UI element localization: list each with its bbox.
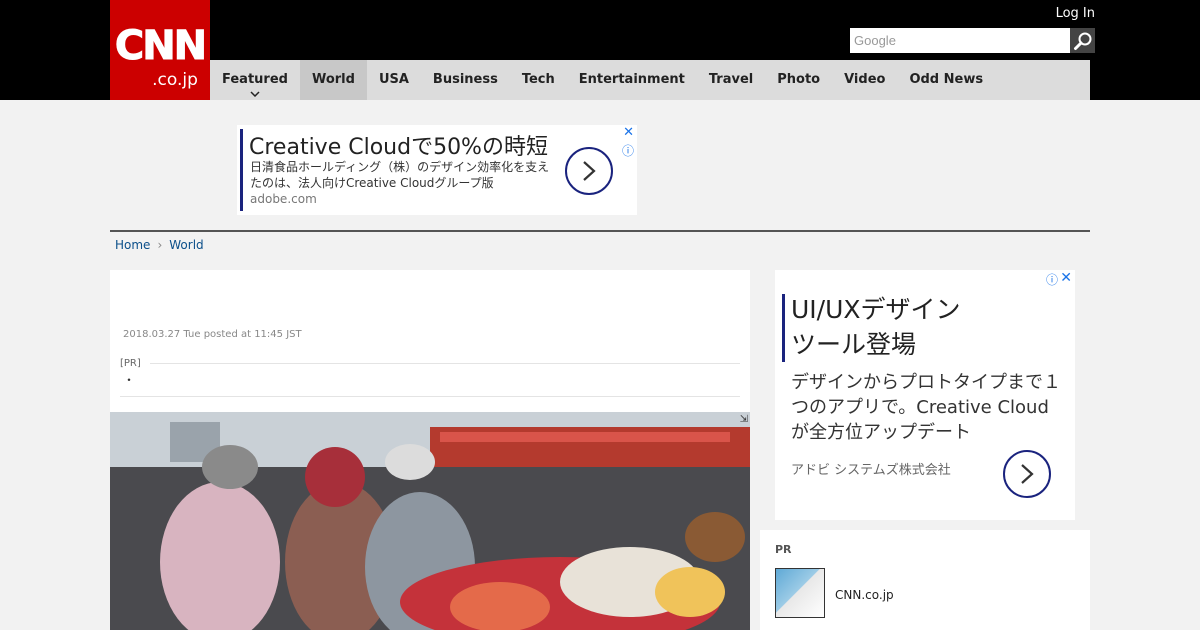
nav-item-video[interactable]: Video (832, 60, 897, 100)
ad-description: 日清食品ホールディング（株）のデザイン効率化を支えたのは、法人向けCreativ… (250, 160, 550, 190)
side-ad[interactable]: UI/UXデザイン ツール登場 デザインからプロトタイプまで１つのアプリで。Cr… (775, 270, 1075, 520)
cnn-logo[interactable]: CNN .co.jp (110, 0, 210, 100)
nav-item-tech[interactable]: Tech (510, 60, 567, 100)
article-photo[interactable]: ⇲ (110, 412, 750, 630)
chevron-right-icon: › (157, 238, 163, 252)
info-icon[interactable]: ⓘ (622, 142, 634, 159)
nav-item-label: World (311, 72, 355, 87)
nav-item-label: USA (378, 72, 409, 87)
search-button[interactable] (1070, 28, 1095, 53)
nav-item-label: Photo (777, 72, 821, 87)
pr-item-name[interactable]: CNN.co.jp (835, 588, 894, 602)
divider (150, 363, 740, 364)
side-ad-open-button[interactable] (1003, 450, 1051, 498)
nav-item-label: Entertainment (578, 72, 685, 87)
search-icon (1073, 32, 1091, 50)
section-divider (110, 230, 1090, 232)
nav-item-travel[interactable]: Travel (697, 60, 765, 100)
side-ad-headline-line2: ツール登場 (791, 330, 917, 359)
nav-item-world[interactable]: World (299, 60, 367, 100)
close-icon[interactable]: ✕ (623, 125, 634, 140)
ad-accent-bar (782, 294, 785, 362)
side-ad-advertiser: アドビ システムズ株式会社 (791, 463, 951, 478)
nav-item-label: Business (432, 72, 498, 87)
post-date: 2018.03.27 Tue posted at 11:45 JST (123, 329, 302, 340)
main-nav: Featured World USA Business Tech Enterta… (210, 60, 1090, 100)
chevron-down-icon (250, 91, 260, 97)
ad-headline: Creative Cloudで50%の時短 (249, 135, 548, 160)
nav-item-entertainment[interactable]: Entertainment (567, 60, 697, 100)
chevron-right-icon (1021, 464, 1034, 484)
chevron-right-icon (583, 161, 596, 181)
logo-domain: .co.jp (152, 70, 198, 90)
nav-item-label: Tech (521, 72, 555, 87)
nav-item-business[interactable]: Business (421, 60, 510, 100)
nav-item-label: Travel (708, 72, 754, 87)
nav-item-featured[interactable]: Featured (210, 60, 300, 100)
breadcrumb-home[interactable]: Home (115, 238, 150, 252)
pr-text-link[interactable]: ・ (123, 371, 135, 388)
logo-text: CNN (114, 23, 207, 69)
search-input[interactable] (850, 28, 1070, 53)
side-ad-description: デザインからプロトタイプまで１つのアプリで。Creative Cloudが全方位… (791, 372, 1061, 443)
close-icon[interactable]: ✕ (1060, 270, 1072, 286)
ad-open-button[interactable] (565, 147, 613, 195)
divider (120, 396, 740, 397)
expand-icon[interactable]: ⇲ (740, 414, 748, 425)
breadcrumb-world[interactable]: World (169, 238, 203, 252)
pr-thumbnail[interactable] (775, 568, 825, 618)
side-ad-headline-line1: UI/UXデザイン (791, 295, 961, 324)
nav-item-label: Odd News (909, 72, 984, 87)
ad-accent-bar (240, 129, 243, 211)
pr-box: PR CNN.co.jp (760, 530, 1090, 630)
nav-item-label: Video (844, 72, 886, 87)
article-card: 2018.03.27 Tue posted at 11:45 JST [PR] … (110, 270, 750, 630)
info-icon[interactable]: ⓘ (1046, 271, 1058, 288)
login-link[interactable]: Log In (1056, 6, 1095, 21)
breadcrumb: Home › World (115, 238, 204, 252)
pr-box-title: PR (775, 543, 792, 556)
nav-item-odd-news[interactable]: Odd News (897, 60, 995, 100)
side-ad-headline: UI/UXデザイン ツール登場 (791, 292, 961, 362)
pr-label: [PR] (120, 358, 141, 369)
nav-item-label: Featured (222, 72, 288, 87)
ad-banner[interactable]: Creative Cloudで50%の時短 日清食品ホールディング（株）のデザイ… (237, 125, 637, 215)
ad-url: adobe.com (250, 192, 317, 206)
nav-item-photo[interactable]: Photo (765, 60, 832, 100)
nav-item-usa[interactable]: USA (367, 60, 421, 100)
photo-scene (110, 412, 750, 630)
